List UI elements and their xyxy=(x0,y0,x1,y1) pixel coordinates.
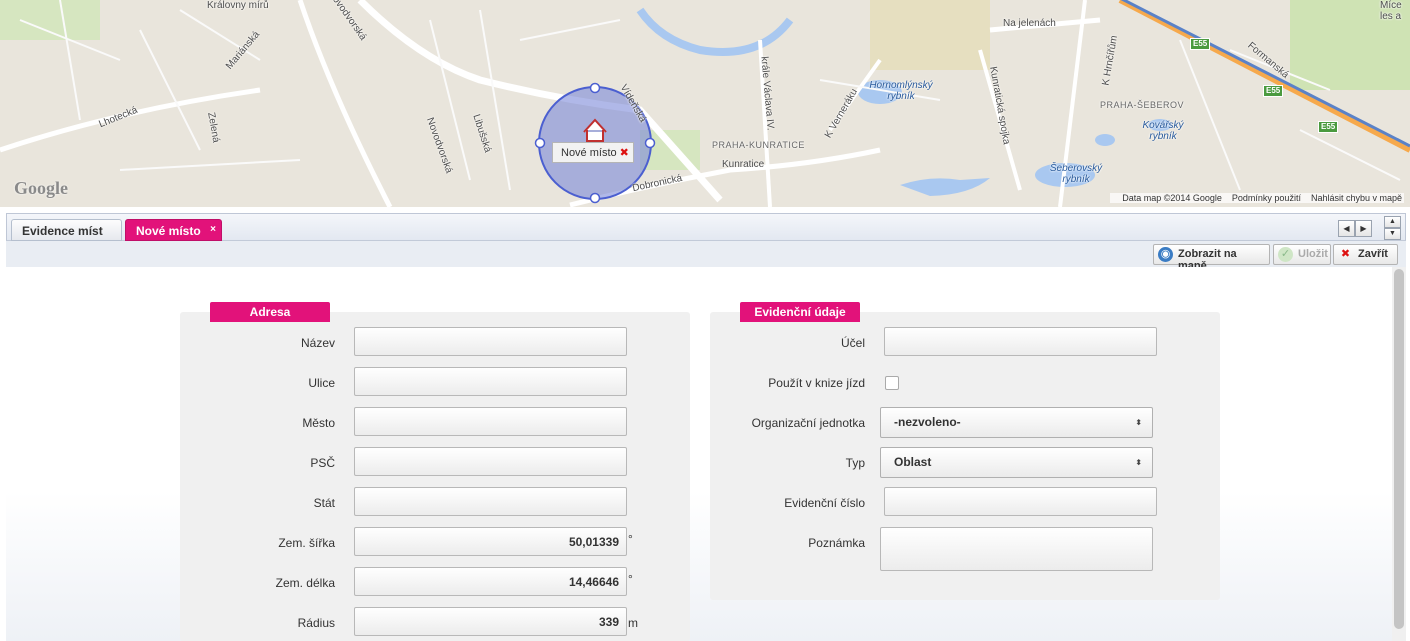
field-label: Účel xyxy=(840,336,865,350)
map-marker-label[interactable]: Nové místo ✖ xyxy=(552,142,634,163)
close-icon: ✖ xyxy=(1340,248,1351,260)
field-label: Použít v knize jízd xyxy=(768,376,865,390)
tab-label: Nové místo xyxy=(136,224,201,238)
city-input[interactable] xyxy=(354,407,627,436)
name-input[interactable] xyxy=(354,327,627,356)
button-label: Uložit xyxy=(1298,248,1328,260)
field-label: Název xyxy=(300,336,335,350)
map-district-label: PRAHA-KUNRATICE xyxy=(712,140,805,150)
panel-title: Adresa xyxy=(210,302,330,322)
unit-label: ° xyxy=(628,572,633,586)
select-value: Oblast xyxy=(894,455,932,469)
button-label: Zavřít xyxy=(1358,248,1388,260)
map-label: Na jelenách xyxy=(1003,18,1056,29)
tab-nove-misto[interactable]: Nové místo × xyxy=(125,219,222,241)
map-view[interactable]: Královny mírů Mariánská Lhotecká Zelená … xyxy=(0,0,1410,207)
field-label: Zem. délka xyxy=(275,576,335,590)
unit-label: ° xyxy=(628,532,633,546)
select-arrow-icon: ⬍ xyxy=(1135,418,1142,427)
field-label: Rádius xyxy=(297,616,335,630)
check-icon: ✓ xyxy=(1278,247,1293,262)
note-textarea[interactable] xyxy=(880,527,1153,571)
vertical-scrollbar[interactable] xyxy=(1392,267,1406,641)
field-label: Zem. šířka xyxy=(278,536,335,550)
map-attribution: Data map ©2014 Google Podmínky použití Nah… xyxy=(1110,193,1404,203)
highway-shield: E55 xyxy=(1263,85,1284,97)
close-icon[interactable]: ✖ xyxy=(620,147,629,159)
save-button[interactable]: ✓ Uložit xyxy=(1273,244,1331,265)
map-water-label: Kovářský rybník xyxy=(1142,120,1184,142)
highway-shield: E55 xyxy=(1190,38,1211,50)
toolbar: ◉ Zobrazit na mapě ✓ Uložit ✖ Zavřít xyxy=(6,241,1406,272)
field-label: PSČ xyxy=(310,456,335,470)
street-input[interactable] xyxy=(354,367,627,396)
registration-number-input[interactable] xyxy=(884,487,1157,516)
org-unit-select[interactable]: -nezvoleno- ⬍ xyxy=(880,407,1153,438)
close-button[interactable]: ✖ Zavřít xyxy=(1333,244,1398,265)
unit-label: m xyxy=(628,616,638,630)
select-value: -nezvoleno- xyxy=(894,415,961,429)
tab-scroll-right-button[interactable]: ▶ xyxy=(1355,220,1372,237)
report-error-link[interactable]: Nahlásit chybu v mapě xyxy=(1311,193,1402,203)
purpose-input[interactable] xyxy=(884,327,1157,356)
field-label: Organizační jednotka xyxy=(751,416,865,430)
select-arrow-icon: ⬍ xyxy=(1135,458,1142,467)
tab-evidence-mist[interactable]: Evidence míst xyxy=(11,219,122,241)
map-data-credit: Data map ©2014 Google xyxy=(1122,193,1222,203)
panel-title: Evidenční údaje xyxy=(740,302,860,322)
field-label: Ulice xyxy=(308,376,335,390)
expand-up-button[interactable]: ▲ xyxy=(1384,216,1401,228)
map-district-label: PRAHA-ŠEBEROV xyxy=(1100,100,1185,110)
scrollbar-thumb[interactable] xyxy=(1394,269,1404,629)
address-panel: Adresa Název Ulice Město PSČ Stát Zem. š… xyxy=(180,302,690,641)
close-tab-icon[interactable]: × xyxy=(210,224,216,235)
tab-bar: Evidence míst Nové místo × ◀ ▶ ▲ ▼ xyxy=(6,213,1406,241)
use-in-logbook-checkbox[interactable] xyxy=(885,376,899,390)
radius-input[interactable] xyxy=(354,607,627,636)
map-water-label: Šeberovský rybník xyxy=(1049,163,1103,185)
registration-panel: Evidenční údaje Účel Použít v knize jízd… xyxy=(710,302,1220,600)
map-label: Královny mírů xyxy=(207,0,269,11)
map-water-label: Hornomlýnský rybník xyxy=(869,80,933,102)
expand-down-button[interactable]: ▼ xyxy=(1384,228,1401,240)
marker-label-text: Nové místo xyxy=(561,147,617,159)
map-label: Míce les a xyxy=(1380,0,1402,22)
terms-link[interactable]: Podmínky použití xyxy=(1232,193,1301,203)
latitude-input[interactable] xyxy=(354,527,627,556)
longitude-input[interactable] xyxy=(354,567,627,596)
field-label: Město xyxy=(302,416,335,430)
globe-icon: ◉ xyxy=(1158,247,1173,262)
tab-label: Evidence míst xyxy=(22,224,103,238)
type-select[interactable]: Oblast ⬍ xyxy=(880,447,1153,478)
postal-code-input[interactable] xyxy=(354,447,627,476)
map-label: Kunratice xyxy=(722,159,765,170)
field-label: Evidenční číslo xyxy=(784,496,865,510)
field-label: Typ xyxy=(845,456,865,470)
country-input[interactable] xyxy=(354,487,627,516)
field-label: Poznámka xyxy=(808,536,865,550)
tab-scroll-left-button[interactable]: ◀ xyxy=(1338,220,1355,237)
highway-shield: E55 xyxy=(1318,121,1339,133)
show-on-map-button[interactable]: ◉ Zobrazit na mapě xyxy=(1153,244,1270,272)
google-logo: Google xyxy=(14,178,68,198)
field-label: Stát xyxy=(313,496,335,510)
map-canvas xyxy=(0,0,1410,207)
